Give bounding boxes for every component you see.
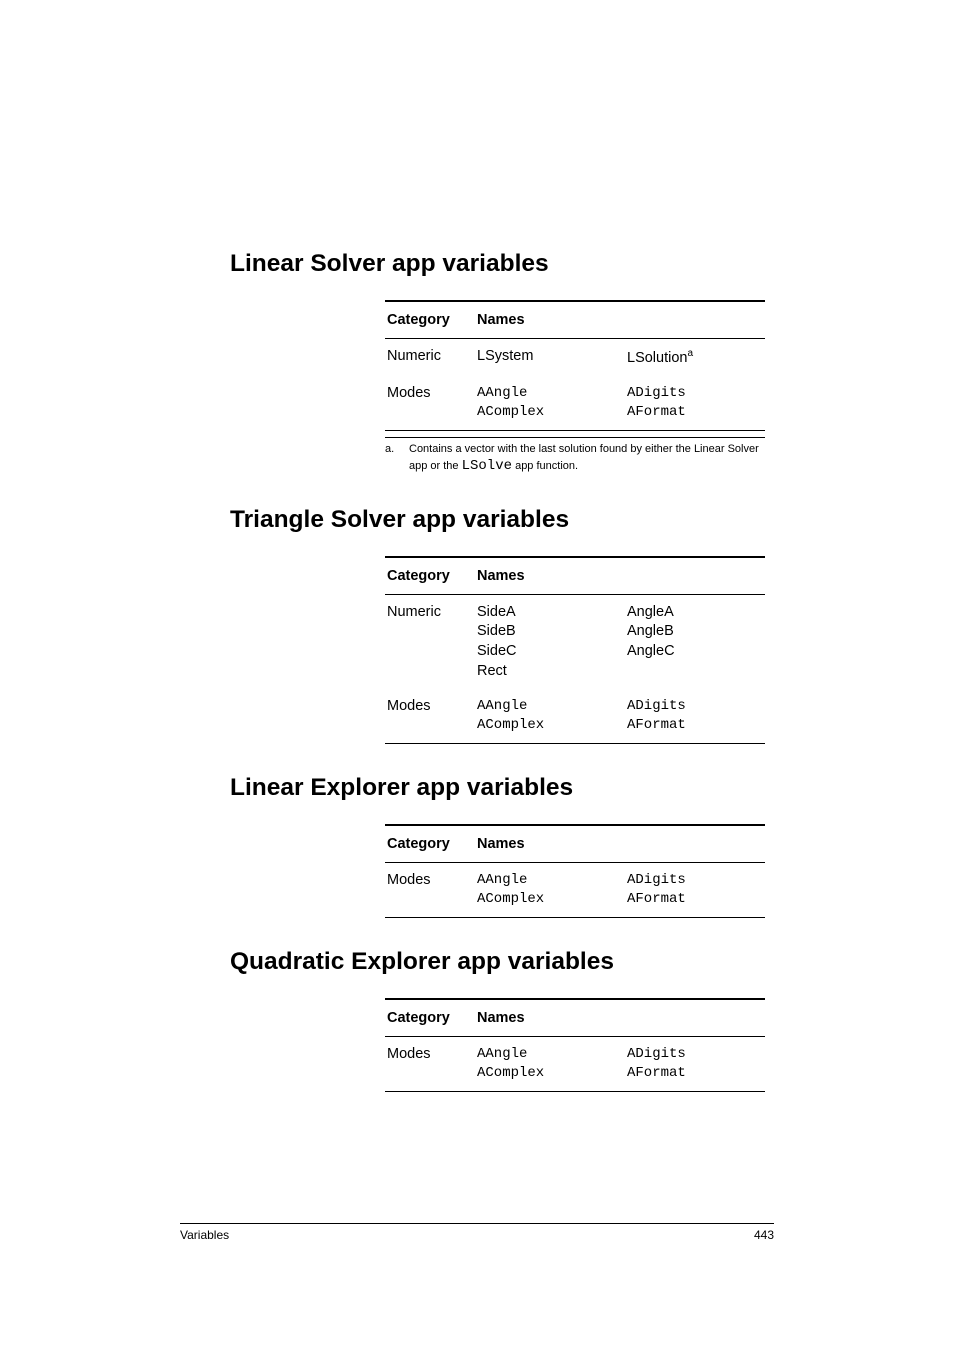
cell-name: SideA SideB SideC Rect	[475, 594, 625, 689]
section-triangle-solver: Triangle Solver app variables Category N…	[230, 506, 774, 744]
text: ADigits	[627, 872, 686, 888]
text: AComplex	[477, 891, 544, 907]
section-title-triangle-solver: Triangle Solver app variables	[230, 506, 774, 534]
table-linear-explorer: Category Names Modes AAngle AComplex ADi…	[385, 824, 765, 918]
text: AComplex	[477, 404, 544, 420]
table-header-row: Category Names	[385, 999, 765, 1037]
cell-name: AAngle AComplex	[475, 376, 625, 430]
text: AFormat	[627, 717, 686, 733]
cell-name: ADigits AFormat	[625, 862, 765, 917]
text: AngleC	[627, 643, 675, 659]
page-footer: Variables 443	[180, 1223, 774, 1242]
text: ADigits	[627, 698, 686, 714]
th-category: Category	[385, 557, 475, 595]
footer-left: Variables	[180, 1228, 229, 1242]
table-header-row: Category Names	[385, 301, 765, 339]
th-names: Names	[475, 999, 765, 1037]
th-names: Names	[475, 557, 765, 595]
table: Category Names Numeric SideA SideB SideC…	[385, 556, 765, 744]
text: ADigits	[627, 385, 686, 401]
table: Category Names Modes AAngle AComplex ADi…	[385, 998, 765, 1092]
table-triangle-solver: Category Names Numeric SideA SideB SideC…	[385, 556, 765, 744]
cell-name: AngleA AngleB AngleC	[625, 594, 765, 689]
cell-name: AAngle AComplex	[475, 862, 625, 917]
text: AAngle	[477, 698, 527, 714]
text: AFormat	[627, 404, 686, 420]
section-linear-solver: Linear Solver app variables Category Nam…	[230, 250, 774, 476]
text: SideB	[477, 623, 516, 639]
section-title-linear-explorer: Linear Explorer app variables	[230, 774, 774, 802]
cell-name: AAngle AComplex	[475, 1036, 625, 1091]
code-text: LSolve	[462, 458, 512, 474]
table: Category Names Modes AAngle AComplex ADi…	[385, 824, 765, 918]
text: AngleA	[627, 604, 674, 620]
cell-category: Numeric	[385, 339, 475, 377]
table-row: Modes AAngle AComplex ADigits AFormat	[385, 689, 765, 743]
table-row: Modes AAngle AComplex ADigits AFormat	[385, 862, 765, 917]
cell-name: LSystem	[475, 339, 625, 377]
cell-name: AAngle AComplex	[475, 689, 625, 743]
text: SideA	[477, 604, 516, 620]
footnote-text: Contains a vector with the last solution…	[409, 442, 765, 476]
text: LSolution	[627, 350, 687, 366]
cell-name: ADigits AFormat	[625, 376, 765, 430]
table-quadratic-explorer: Category Names Modes AAngle AComplex ADi…	[385, 998, 765, 1092]
table-header-row: Category Names	[385, 825, 765, 863]
table-header-row: Category Names	[385, 557, 765, 595]
text: AngleB	[627, 623, 674, 639]
table-linear-solver: Category Names Numeric LSystem LSolution…	[385, 300, 765, 431]
cell-name: LSolutiona	[625, 339, 765, 377]
th-names: Names	[475, 825, 765, 863]
footnote-marker: a	[687, 348, 693, 359]
table-row: Numeric SideA SideB SideC Rect AngleA An…	[385, 594, 765, 689]
cell-name: ADigits AFormat	[625, 689, 765, 743]
th-names: Names	[475, 301, 765, 339]
text: AAngle	[477, 1046, 527, 1062]
text: AAngle	[477, 385, 527, 401]
text: AComplex	[477, 1065, 544, 1081]
cell-name: ADigits AFormat	[625, 1036, 765, 1091]
text: app function.	[512, 460, 578, 472]
th-category: Category	[385, 301, 475, 339]
section-linear-explorer: Linear Explorer app variables Category N…	[230, 774, 774, 918]
text: SideC	[477, 643, 517, 659]
text: AFormat	[627, 1065, 686, 1081]
cell-category: Modes	[385, 376, 475, 430]
footnote-label: a.	[385, 442, 409, 476]
section-quadratic-explorer: Quadratic Explorer app variables Categor…	[230, 948, 774, 1092]
footnote-linear-solver: a. Contains a vector with the last solut…	[385, 437, 765, 476]
th-category: Category	[385, 999, 475, 1037]
table-row: Modes AAngle AComplex ADigits AFormat	[385, 1036, 765, 1091]
page: Linear Solver app variables Category Nam…	[0, 0, 954, 1350]
footer-page-number: 443	[754, 1228, 774, 1242]
text: Rect	[477, 663, 507, 679]
cell-category: Numeric	[385, 594, 475, 689]
table: Category Names Numeric LSystem LSolution…	[385, 300, 765, 431]
cell-category: Modes	[385, 862, 475, 917]
cell-category: Modes	[385, 1036, 475, 1091]
section-title-quadratic-explorer: Quadratic Explorer app variables	[230, 948, 774, 976]
text: AComplex	[477, 717, 544, 733]
text: ADigits	[627, 1046, 686, 1062]
table-row: Modes AAngle AComplex ADigits AFormat	[385, 376, 765, 430]
table-row: Numeric LSystem LSolutiona	[385, 339, 765, 377]
th-category: Category	[385, 825, 475, 863]
cell-category: Modes	[385, 689, 475, 743]
text: AAngle	[477, 872, 527, 888]
section-title-linear-solver: Linear Solver app variables	[230, 250, 774, 278]
text: AFormat	[627, 891, 686, 907]
